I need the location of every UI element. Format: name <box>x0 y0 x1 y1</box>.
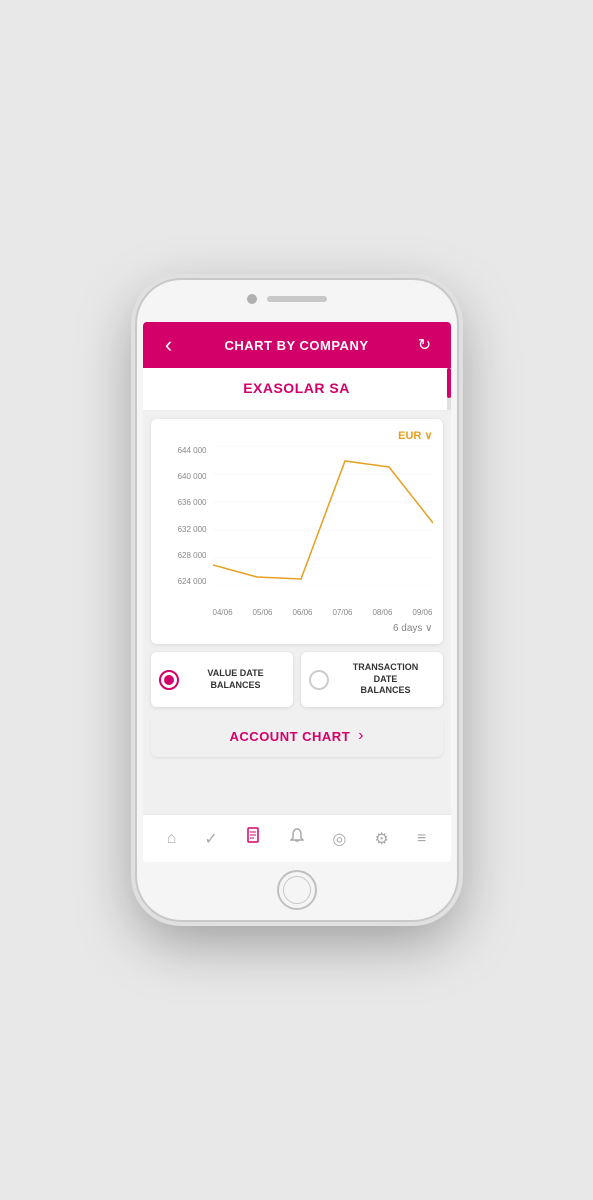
company-name: EXASOLAR SA <box>243 380 350 396</box>
value-date-balance-option[interactable]: VALUE DATEBALANCES <box>151 652 293 707</box>
nav-menu-icon[interactable]: ≡ <box>413 826 430 852</box>
chart-wrapper: 644 000 640 000 636 000 632 000 628 000 … <box>161 446 433 606</box>
transaction-date-balance-option[interactable]: TRANSACTIONDATEBALANCES <box>301 652 443 707</box>
refresh-button[interactable]: ↻ <box>413 335 437 355</box>
y-label-3: 632 000 <box>161 525 211 534</box>
radio-selected <box>159 670 179 690</box>
account-chart-arrow-icon: › <box>358 727 363 745</box>
y-label-0: 644 000 <box>161 446 211 455</box>
nav-bell-icon[interactable] <box>286 824 308 853</box>
app-header: ‹ CHART BY COMPANY ↻ <box>143 322 451 368</box>
currency-label: EUR <box>398 430 421 442</box>
company-card: EXASOLAR SA <box>143 368 451 411</box>
home-button[interactable] <box>277 870 317 910</box>
phone-frame: ‹ CHART BY COMPANY ↻ EXASOLAR SA EUR ∨ <box>137 280 457 920</box>
bottom-nav: ⌂ ✓ ◎ ⚙ ≡ <box>143 814 451 862</box>
y-axis: 644 000 640 000 636 000 632 000 628 000 … <box>161 446 211 586</box>
phone-screen: ‹ CHART BY COMPANY ↻ EXASOLAR SA EUR ∨ <box>143 322 451 862</box>
transaction-date-label: TRANSACTIONDATEBALANCES <box>337 662 435 697</box>
x-label-4: 08/06 <box>372 608 392 617</box>
home-button-ring <box>283 876 311 904</box>
main-content: EXASOLAR SA EUR ∨ 644 000 640 000 636 00… <box>143 368 451 814</box>
x-label-1: 05/06 <box>252 608 272 617</box>
y-label-2: 636 000 <box>161 498 211 507</box>
chart-svg <box>213 446 433 586</box>
currency-selector[interactable]: EUR ∨ <box>161 429 433 442</box>
back-button[interactable]: ‹ <box>157 332 181 358</box>
scroll-thumb <box>447 368 451 398</box>
nav-document-icon[interactable] <box>242 823 266 854</box>
scroll-indicator <box>447 368 451 410</box>
nav-eye-icon[interactable]: ◎ <box>328 825 350 853</box>
header-title: CHART BY COMPANY <box>224 338 368 353</box>
x-label-3: 07/06 <box>332 608 352 617</box>
account-chart-label: ACCOUNT CHART <box>230 729 351 744</box>
phone-speaker <box>267 296 327 302</box>
currency-chevron-icon: ∨ <box>424 430 432 442</box>
days-selector[interactable]: 6 days ∨ <box>161 623 433 634</box>
nav-settings-icon[interactable]: ⚙ <box>370 825 392 853</box>
chart-container: EUR ∨ 644 000 640 000 636 000 632 000 62… <box>151 419 443 644</box>
y-label-5: 624 000 <box>161 577 211 586</box>
radio-inner-dot <box>164 675 174 685</box>
x-label-2: 06/06 <box>292 608 312 617</box>
nav-home-icon[interactable]: ⌂ <box>163 826 181 852</box>
radio-unselected <box>309 670 329 690</box>
x-label-0: 04/06 <box>213 608 233 617</box>
y-label-1: 640 000 <box>161 472 211 481</box>
x-axis: 04/06 05/06 06/06 07/06 08/06 09/06 <box>161 608 433 617</box>
x-label-5: 09/06 <box>412 608 432 617</box>
value-date-label: VALUE DATEBALANCES <box>187 668 285 691</box>
balance-options: VALUE DATEBALANCES TRANSACTIONDATEBALANC… <box>151 652 443 707</box>
nav-check-icon[interactable]: ✓ <box>200 825 221 853</box>
account-chart-button[interactable]: ACCOUNT CHART › <box>151 715 443 757</box>
phone-camera <box>247 294 257 304</box>
y-label-4: 628 000 <box>161 551 211 560</box>
